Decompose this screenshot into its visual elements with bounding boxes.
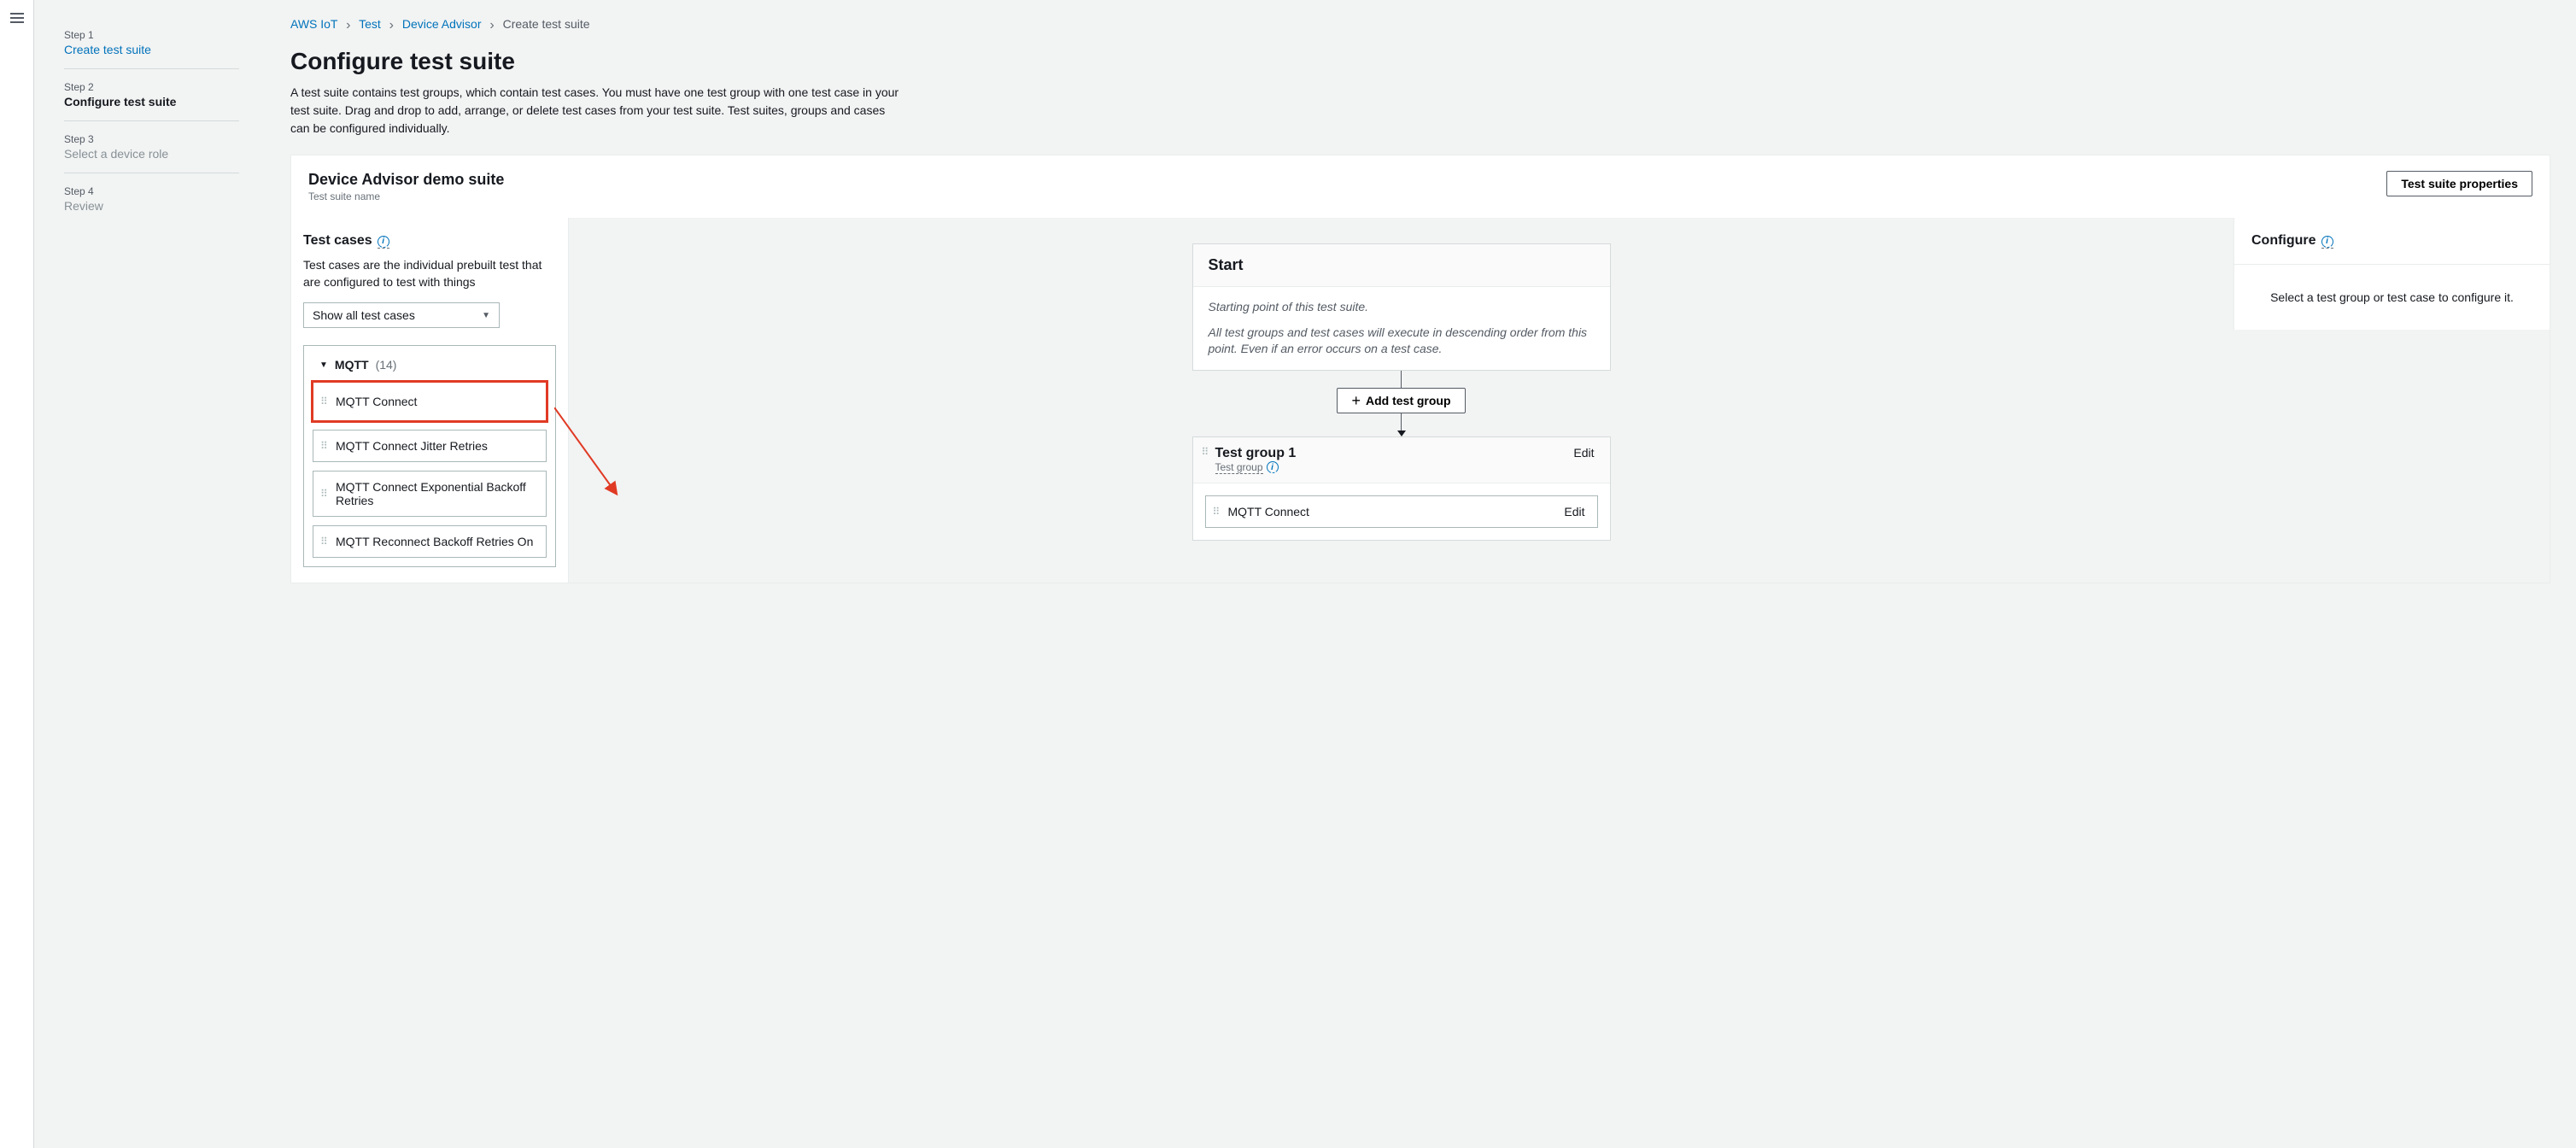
test-case-item[interactable]: ⠿ MQTT Reconnect Backoff Retries On	[313, 525, 547, 558]
group-toggle[interactable]: ▼ MQTT (14)	[313, 354, 547, 375]
placed-test-case[interactable]: ⠿ MQTT Connect Edit	[1205, 495, 1598, 528]
suite-panel: Device Advisor demo suite Test suite nam…	[290, 155, 2550, 583]
placed-test-case-label: MQTT Connect	[1228, 505, 1309, 518]
drag-handle-icon[interactable]: ⠿	[320, 399, 327, 404]
select-value: Show all test cases	[313, 308, 415, 322]
flow-connector: + Add test group	[1192, 371, 1611, 436]
plus-icon: +	[1351, 395, 1361, 407]
drag-handle-icon[interactable]: ⠿	[1202, 449, 1209, 454]
step-number: Step 3	[64, 133, 239, 145]
group-title: Test group 1	[1215, 446, 1297, 461]
start-description-1: Starting point of this test suite.	[1209, 299, 1595, 316]
step-number: Step 1	[64, 29, 239, 41]
drag-handle-icon[interactable]: ⠿	[320, 443, 327, 448]
drag-handle-icon[interactable]: ⠿	[320, 491, 327, 496]
start-title: Start	[1193, 244, 1610, 287]
test-case-item[interactable]: ⠿ MQTT Connect Exponential Backoff Retri…	[313, 471, 547, 517]
step-number: Step 4	[64, 185, 239, 197]
step-title[interactable]: Create test suite	[64, 43, 239, 56]
test-case-label: MQTT Reconnect Backoff Retries On	[336, 535, 533, 548]
wizard-steps: Step 1 Create test suite Step 2 Configur…	[34, 0, 265, 1148]
edit-group-link[interactable]: Edit	[1573, 446, 1594, 460]
group-name: MQTT	[335, 358, 369, 372]
drag-handle-icon[interactable]: ⠿	[1213, 509, 1220, 514]
test-cases-title: Test cases	[303, 233, 372, 249]
step-title: Review	[64, 199, 239, 213]
info-icon[interactable]: i	[1267, 461, 1279, 473]
test-group-card: ⠿ Test group 1 Test group i Edit	[1192, 436, 1611, 541]
wizard-step-3: Step 3 Select a device role	[64, 121, 239, 173]
page-description: A test suite contains test groups, which…	[290, 84, 905, 138]
group-count: (14)	[376, 358, 397, 372]
hamburger-icon	[10, 10, 24, 26]
info-icon[interactable]: i	[2321, 236, 2333, 248]
step-number: Step 2	[64, 81, 239, 93]
step-title: Configure test suite	[64, 95, 239, 108]
builder-column: Start Starting point of this test suite.…	[586, 218, 2216, 558]
breadcrumb: AWS IoT › Test › Device Advisor › Create…	[290, 0, 2550, 41]
configure-message: Select a test group or test case to conf…	[2234, 265, 2550, 330]
test-suite-properties-button[interactable]: Test suite properties	[2386, 171, 2532, 196]
chevron-right-icon: ›	[389, 18, 394, 32]
test-case-item[interactable]: ⠿ MQTT Connect Jitter Retries	[313, 430, 547, 462]
info-icon[interactable]: i	[378, 236, 389, 248]
group-subtitle: Test group	[1215, 461, 1263, 474]
page-title: Configure test suite	[290, 48, 2550, 75]
arrow-down-icon	[1397, 430, 1406, 436]
chevron-right-icon: ›	[346, 18, 350, 32]
test-cases-description: Test cases are the individual prebuilt t…	[303, 257, 556, 290]
edit-test-case-link[interactable]: Edit	[1564, 505, 1584, 518]
breadcrumb-link[interactable]: AWS IoT	[290, 17, 337, 31]
drag-handle-icon[interactable]: ⠿	[320, 539, 327, 544]
test-cases-column: Test cases i Test cases are the individu…	[291, 218, 569, 583]
add-group-label: Add test group	[1366, 394, 1451, 407]
configure-title: Configure	[2251, 233, 2316, 249]
wizard-step-4: Step 4 Review	[64, 173, 239, 225]
breadcrumb-link[interactable]: Device Advisor	[402, 17, 482, 31]
chevron-right-icon: ›	[489, 18, 494, 32]
test-cases-filter-select[interactable]: Show all test cases ▼	[303, 302, 500, 328]
triangle-down-icon: ▼	[319, 360, 328, 370]
suite-subtitle: Test suite name	[308, 190, 504, 202]
sidebar-toggle[interactable]	[0, 0, 34, 1148]
wizard-step-2: Step 2 Configure test suite	[64, 69, 239, 121]
test-case-label: MQTT Connect Jitter Retries	[336, 439, 488, 453]
start-card: Start Starting point of this test suite.…	[1192, 243, 1611, 371]
configure-column: Configure i Select a test group or test …	[2234, 218, 2550, 330]
test-case-group: ▼ MQTT (14) ⠿ MQTT Connect ⠿ MQTT Con	[303, 345, 556, 567]
breadcrumb-current: Create test suite	[503, 17, 590, 31]
test-case-item[interactable]: ⠿ MQTT Connect	[313, 382, 547, 421]
wizard-step-1[interactable]: Step 1 Create test suite	[64, 17, 239, 69]
test-case-label: MQTT Connect	[336, 395, 417, 408]
breadcrumb-link[interactable]: Test	[359, 17, 381, 31]
caret-down-icon: ▼	[482, 311, 490, 320]
start-description-2: All test groups and test cases will exec…	[1209, 325, 1595, 358]
suite-title: Device Advisor demo suite	[308, 171, 504, 189]
test-case-label: MQTT Connect Exponential Backoff Retries	[336, 480, 537, 507]
step-title: Select a device role	[64, 147, 239, 161]
add-test-group-button[interactable]: + Add test group	[1337, 388, 1465, 413]
